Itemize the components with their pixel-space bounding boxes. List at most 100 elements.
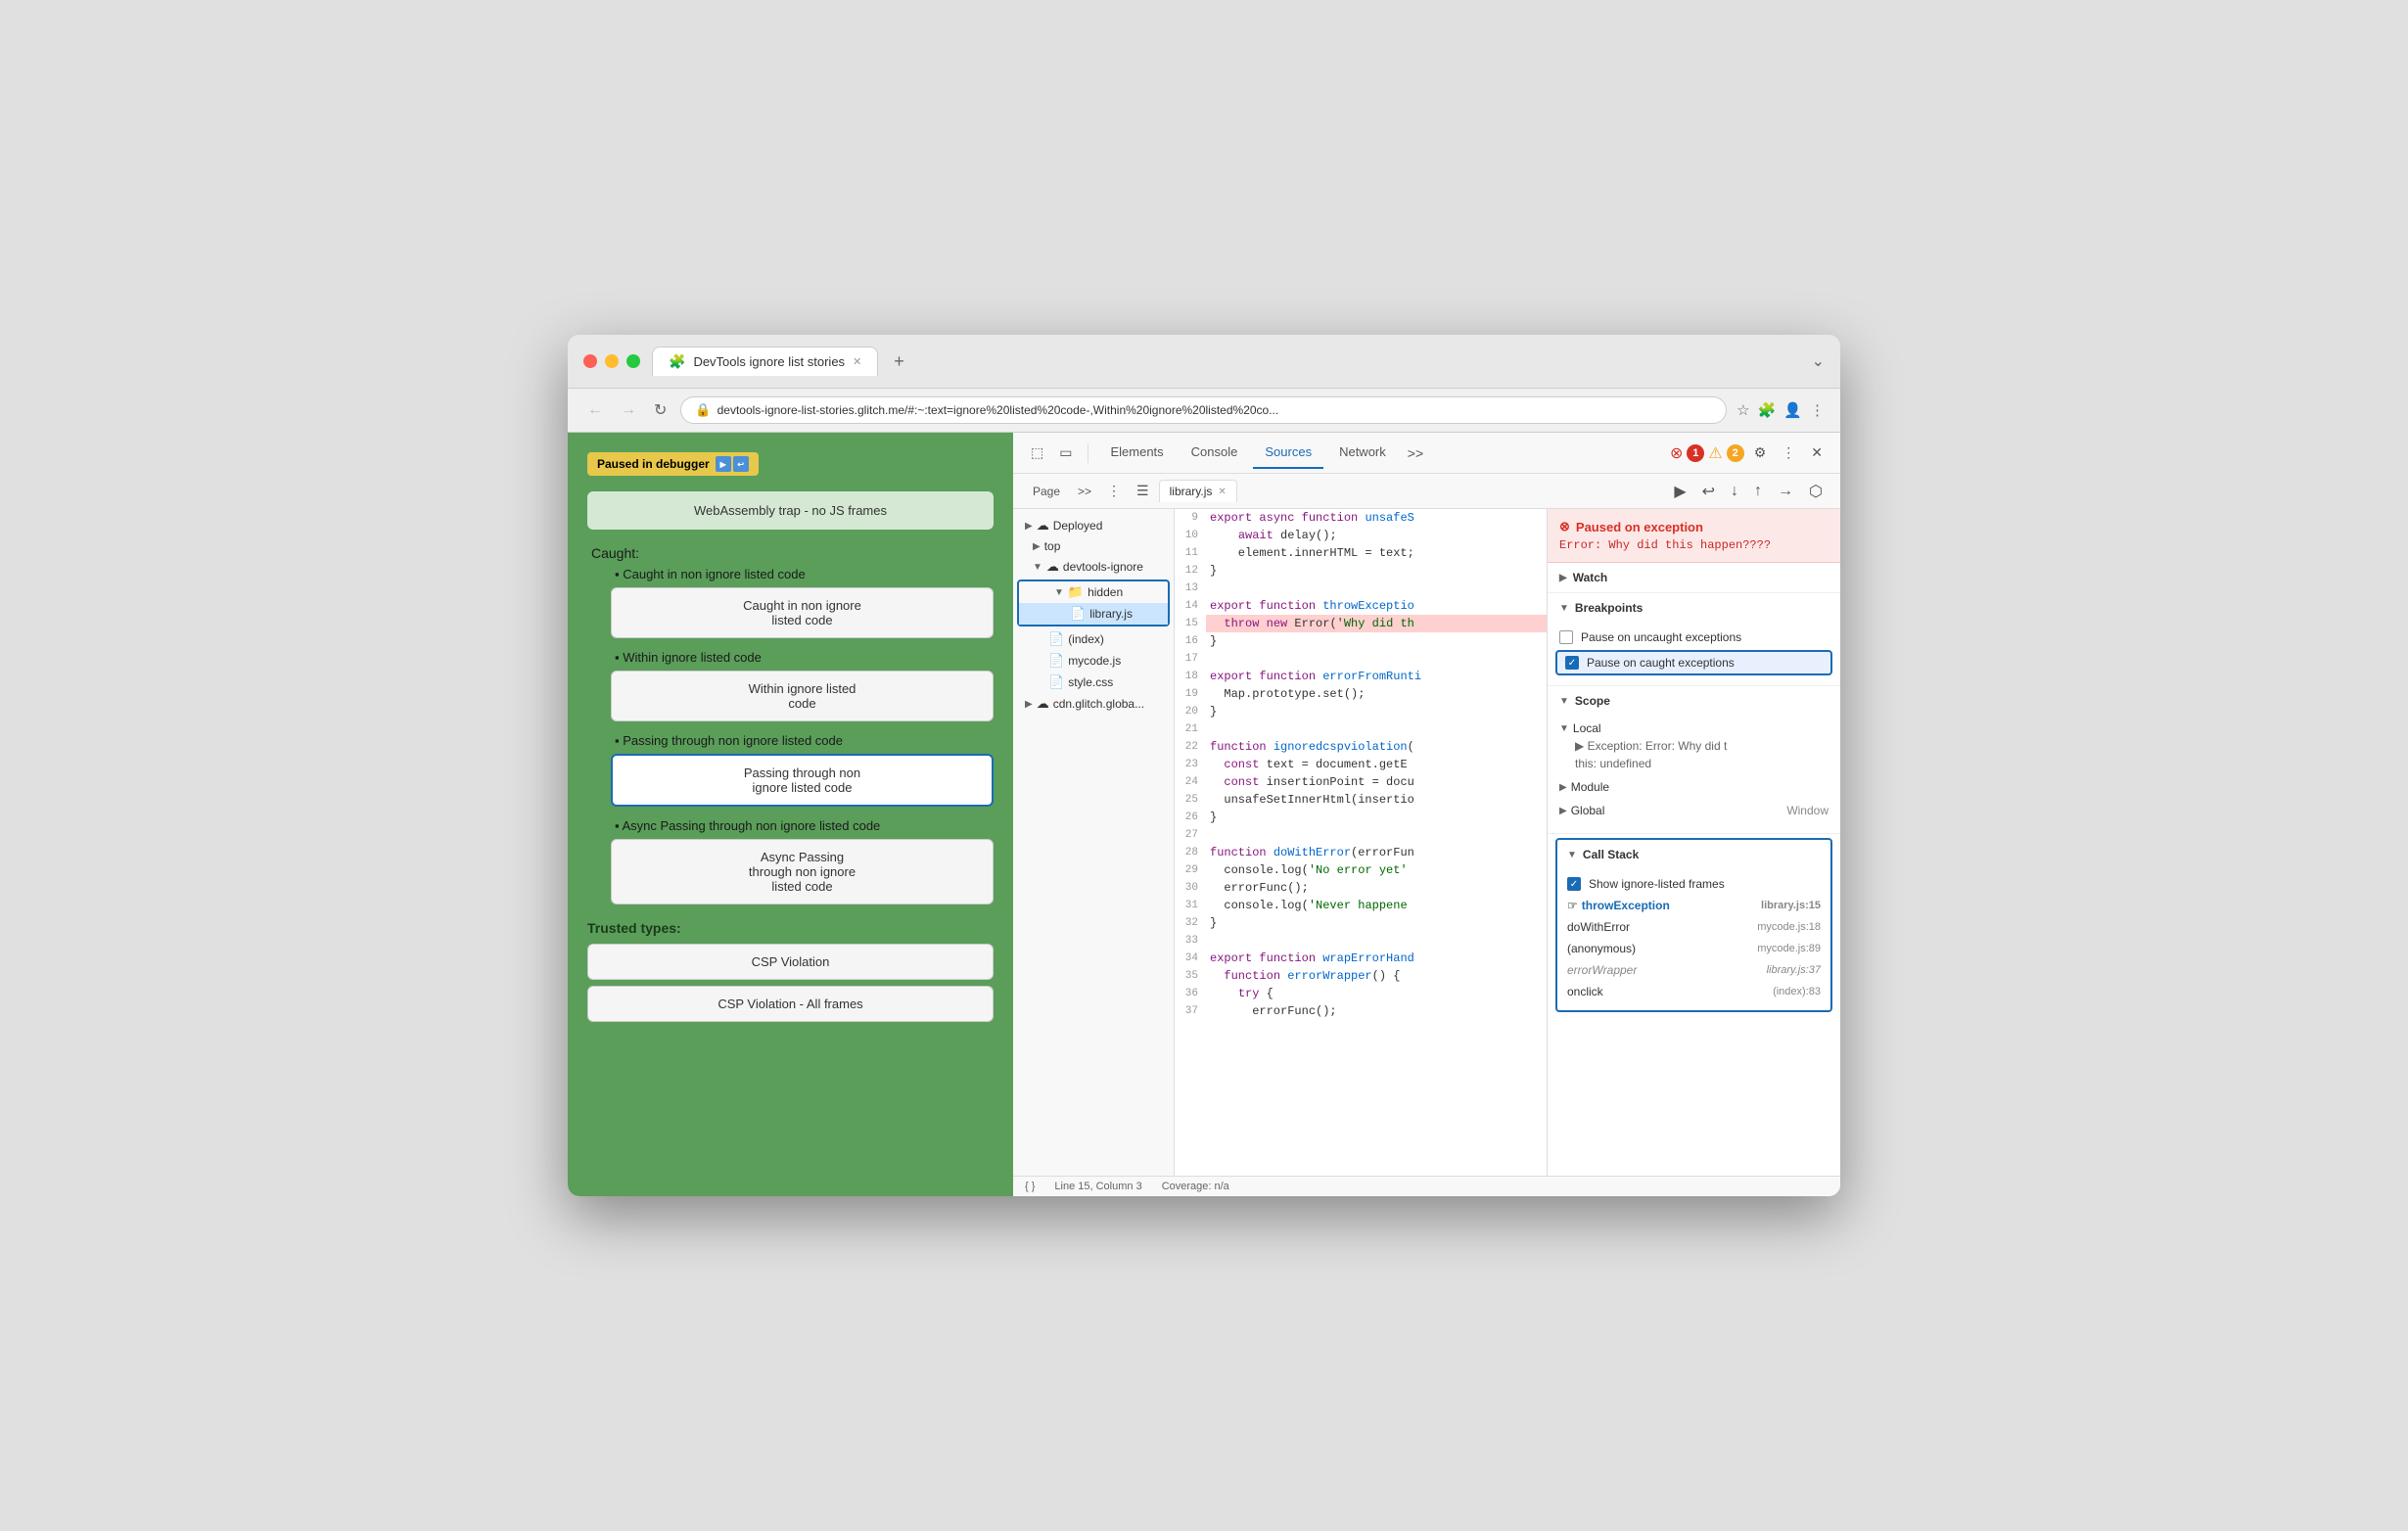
tab-console[interactable]: Console <box>1180 437 1250 469</box>
callstack-item-3[interactable]: errorWrapper library.js:37 <box>1557 959 1830 981</box>
page-sources-label[interactable]: Page <box>1025 481 1068 502</box>
passing-through-button[interactable]: Passing through nonignore listed code <box>611 754 994 807</box>
tab-overflow-button[interactable]: ⌄ <box>1812 351 1825 371</box>
page-content: Paused in debugger ▶ ↩ WebAssembly trap … <box>568 433 1013 1196</box>
minimize-button[interactable] <box>605 354 619 368</box>
list-item-passing-through: ▪ Passing through non ignore listed code… <box>595 733 994 807</box>
reload-button[interactable]: ↻ <box>650 396 671 424</box>
extensions-icon[interactable]: 🧩 <box>1758 401 1777 419</box>
tree-devtools-ignore[interactable]: ▼ ☁ devtools-ignore <box>1013 556 1174 578</box>
devtools-more-icon[interactable]: ⋮ <box>1776 439 1801 467</box>
tab-elements[interactable]: Elements <box>1098 437 1175 469</box>
global-val: Window <box>1786 804 1829 817</box>
async-passing-button[interactable]: Async Passingthrough non ignorelisted co… <box>611 839 994 905</box>
step-out-button[interactable]: ↑ <box>1748 479 1768 504</box>
browser-tab[interactable]: 🧩 DevTools ignore list stories ✕ <box>652 347 878 376</box>
callstack-header[interactable]: ▼ Call Stack <box>1557 840 1830 869</box>
pause-uncaught-checkbox[interactable] <box>1559 630 1573 644</box>
maximize-button[interactable] <box>626 354 640 368</box>
callstack-item-0[interactable]: ☞ throwException library.js:15 <box>1557 895 1830 916</box>
tree-deployed[interactable]: ▶ ☁ Deployed <box>1013 515 1174 536</box>
sidebar-toggle-icon[interactable]: ☰ <box>1131 477 1155 505</box>
file-tab-close-icon[interactable]: ✕ <box>1218 487 1226 497</box>
sources-chevron[interactable]: >> <box>1072 479 1097 504</box>
csp-violation-button[interactable]: CSP Violation <box>587 944 994 980</box>
global-scope-header[interactable]: ▶ Global Window <box>1559 802 1829 819</box>
code-line-35: 35 function errorWrapper() { <box>1175 967 1547 985</box>
tree-style[interactable]: 📄 style.css <box>1013 672 1174 693</box>
forward-button[interactable]: → <box>617 397 640 423</box>
device-toggle-icon[interactable]: ▭ <box>1053 439 1078 467</box>
step-resume-button[interactable]: ▶ <box>1668 478 1691 505</box>
watch-header[interactable]: ▶ Watch <box>1548 563 1840 592</box>
menu-icon[interactable]: ⋮ <box>1810 401 1825 419</box>
within-ignore-button[interactable]: Within ignore listedcode <box>611 671 994 721</box>
file-tab-library[interactable]: library.js ✕ <box>1159 480 1237 502</box>
tree-library-js[interactable]: 📄 library.js <box>1019 603 1168 625</box>
step-into-button[interactable]: ↓ <box>1725 479 1744 504</box>
tree-cdn[interactable]: ▶ ☁ cdn.glitch.globa... <box>1013 693 1174 715</box>
step-over-button[interactable]: ↩ <box>1696 478 1721 505</box>
code-line-27: 27 <box>1175 826 1547 844</box>
breakpoints-content: Pause on uncaught exceptions ✓ Pause on … <box>1548 623 1840 685</box>
caught-non-ignore-button[interactable]: Caught in non ignorelisted code <box>611 587 994 638</box>
breakpoints-header[interactable]: ▼ Breakpoints <box>1548 593 1840 623</box>
devtools-topbar: ⬚ ▭ Elements Console Sources Network >> … <box>1013 433 1840 474</box>
callstack-item-4[interactable]: onclick (index):83 <box>1557 981 1830 1002</box>
close-devtools-icon[interactable]: ✕ <box>1805 439 1829 467</box>
local-scope-header[interactable]: ▼ Local <box>1559 719 1829 737</box>
tab-network[interactable]: Network <box>1327 437 1398 469</box>
list-item-async-passing: ▪ Async Passing through non ignore liste… <box>595 818 994 905</box>
address-input[interactable]: 🔒 devtools-ignore-list-stories.glitch.me… <box>680 396 1727 424</box>
tree-deployed-label: Deployed <box>1053 519 1103 533</box>
curly-braces-icon[interactable]: { } <box>1025 1181 1035 1192</box>
tree-top[interactable]: ▶ top <box>1013 536 1174 556</box>
code-line-24: 24 const insertionPoint = docu <box>1175 773 1547 791</box>
callstack-item-1[interactable]: doWithError mycode.js:18 <box>1557 916 1830 938</box>
sub-label-within-ignore: ▪ Within ignore listed code <box>611 650 994 665</box>
callstack-box: ▼ Call Stack ✓ Show ignore-listed frames… <box>1555 838 1832 1012</box>
code-line-19: 19 Map.prototype.set(); <box>1175 685 1547 703</box>
code-line-36: 36 try { <box>1175 985 1547 1002</box>
back-button[interactable]: ← <box>583 397 607 423</box>
code-line-32: 32 } <box>1175 914 1547 932</box>
pause-caught-checkbox[interactable]: ✓ <box>1565 656 1579 670</box>
sub-label-caught-non-ignore: ▪ Caught in non ignore listed code <box>611 567 994 581</box>
tab-close-icon[interactable]: ✕ <box>853 355 861 368</box>
callstack-item-2[interactable]: (anonymous) mycode.js:89 <box>1557 938 1830 959</box>
tree-hidden[interactable]: ▼ 📁 hidden <box>1019 581 1168 603</box>
this-scope-row: this: undefined <box>1559 755 1829 772</box>
deactivate-breakpoints-icon[interactable]: ⬡ <box>1803 478 1829 505</box>
exception-title-text: Paused on exception <box>1576 520 1703 534</box>
tab-sources[interactable]: Sources <box>1253 437 1323 469</box>
step-icon[interactable]: ↩ <box>733 456 749 472</box>
tree-mycode[interactable]: 📄 mycode.js <box>1013 650 1174 672</box>
cdn-arrow-icon: ▶ <box>1025 699 1033 710</box>
more-tabs-icon[interactable]: >> <box>1402 440 1429 467</box>
code-editor[interactable]: 9 export async function unsafeS 10 await… <box>1175 509 1547 1176</box>
bookmark-icon[interactable]: ☆ <box>1737 401 1749 419</box>
step-continue-button[interactable]: → <box>1772 479 1799 504</box>
resume-icon[interactable]: ▶ <box>716 456 731 472</box>
webassembly-box: WebAssembly trap - no JS frames <box>587 491 994 530</box>
profile-icon[interactable]: 👤 <box>1783 401 1802 419</box>
tree-index[interactable]: 📄 (index) <box>1013 628 1174 650</box>
show-ignored-label: Show ignore-listed frames <box>1589 877 1725 891</box>
csp-violation-all-frames-button[interactable]: CSP Violation - All frames <box>587 986 994 1022</box>
new-tab-button[interactable]: + <box>886 348 912 376</box>
scope-label: Scope <box>1575 694 1610 708</box>
settings-icon[interactable]: ⚙ <box>1748 439 1773 467</box>
tree-cdn-label: cdn.glitch.globa... <box>1053 697 1144 711</box>
arrow-right-icon: ☞ <box>1567 899 1578 912</box>
list-item-caught-non-ignore: ▪ Caught in non ignore listed code Caugh… <box>595 567 994 638</box>
global-scope-label: Global <box>1571 804 1605 817</box>
scope-header[interactable]: ▼ Scope <box>1548 686 1840 716</box>
module-scope-header[interactable]: ▶ Module <box>1559 778 1829 796</box>
inspect-icon[interactable]: ⬚ <box>1025 439 1049 467</box>
top-arrow-icon: ▶ <box>1033 541 1041 552</box>
local-scope-group: ▼ Local ▶ Exception: Error: Why did t th… <box>1559 719 1829 772</box>
global-scope-group: ▶ Global Window <box>1559 802 1829 819</box>
sources-menu-icon[interactable]: ⋮ <box>1101 477 1127 505</box>
show-ignored-checkbox[interactable]: ✓ <box>1567 877 1581 891</box>
close-button[interactable] <box>583 354 597 368</box>
